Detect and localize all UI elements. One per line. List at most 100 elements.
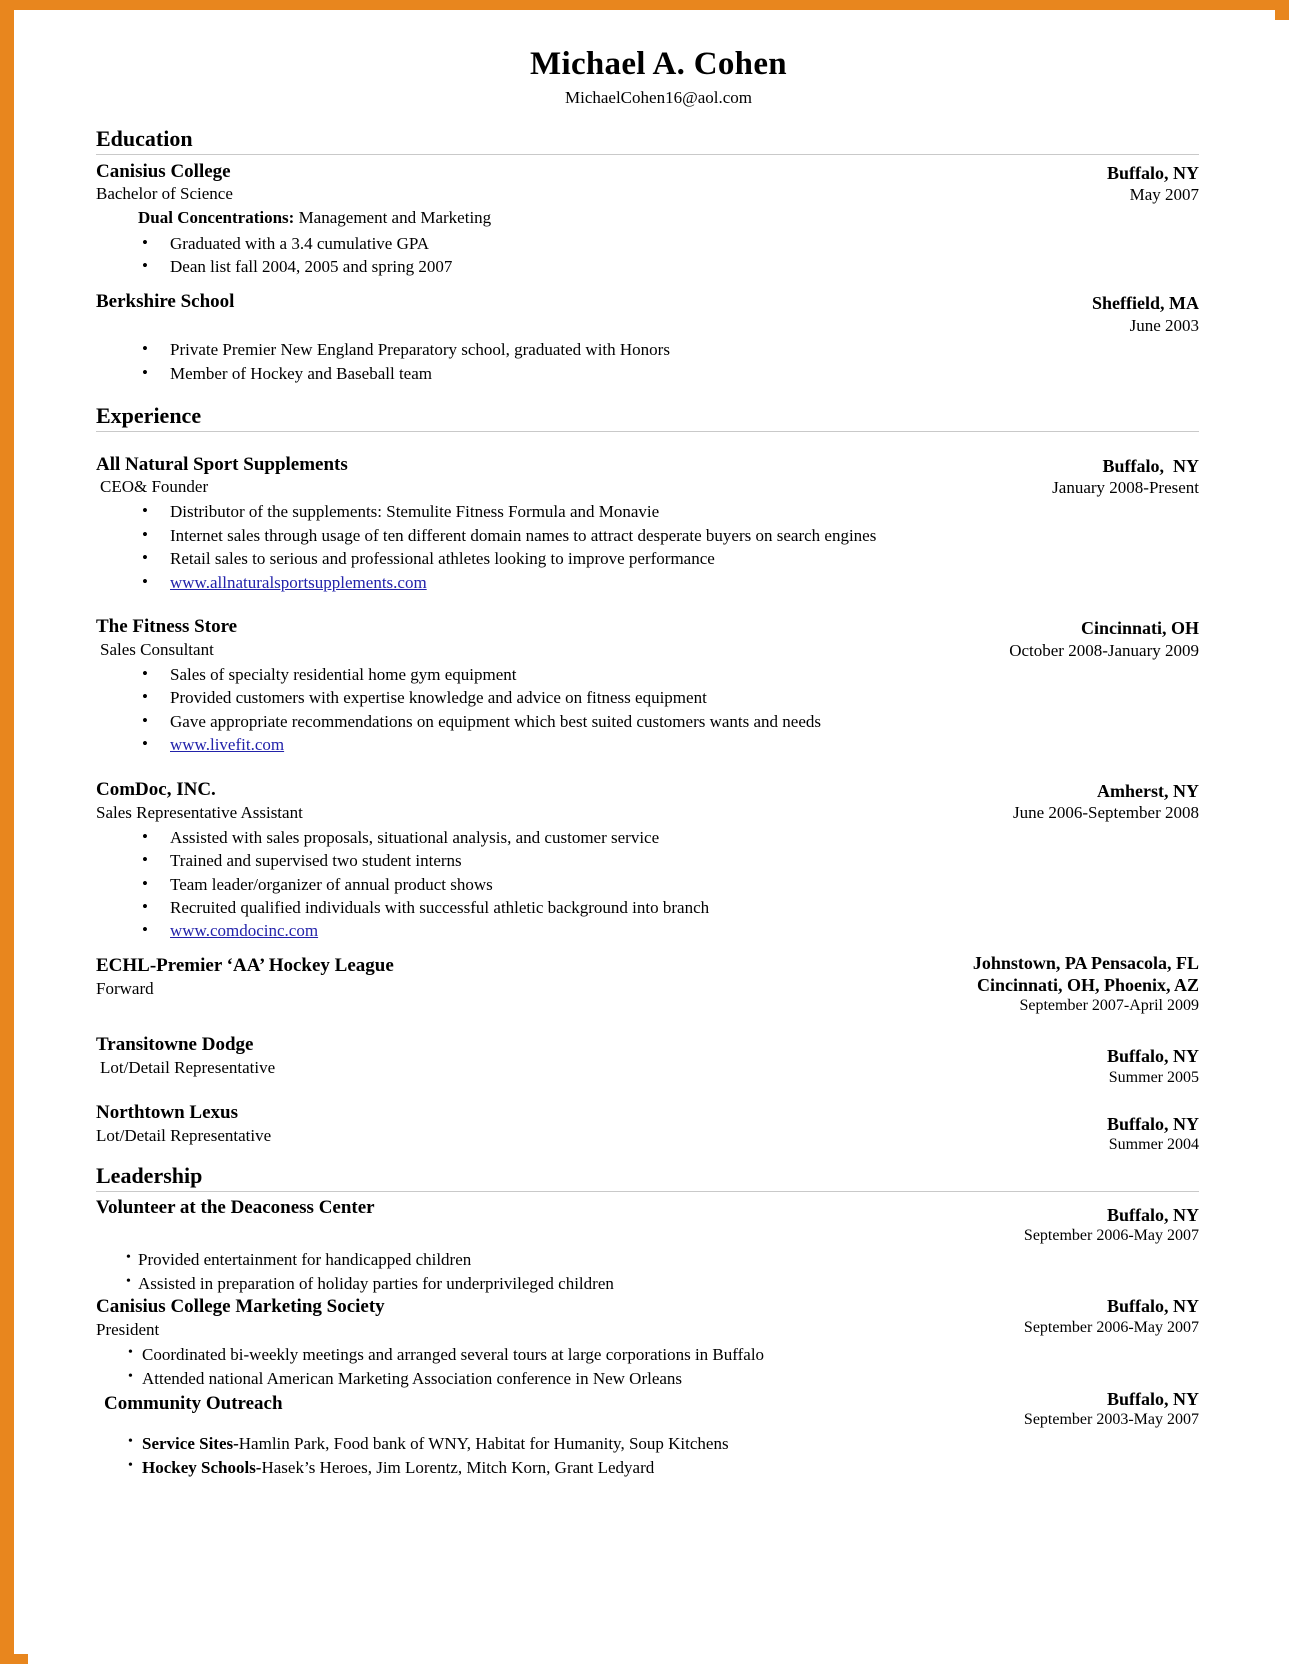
section-education: Education Canisius College Bachelor of S… bbox=[28, 126, 1289, 385]
page-title: Michael A. Cohen bbox=[530, 46, 787, 82]
bullet-text: Hamlin Park, Food bank of WNY, Habitat f… bbox=[238, 1434, 729, 1454]
bullet-list: Coordinated bi-weekly meetings and arran… bbox=[96, 1343, 1199, 1391]
list-item-link[interactable]: www.comdocinc.com bbox=[96, 918, 1199, 942]
organization-name: Transitowne Dodge bbox=[96, 1034, 254, 1056]
list-item: Assisted in preparation of holiday parti… bbox=[96, 1272, 1199, 1296]
entry-right-column: Buffalo, NY Summer 2004 bbox=[1093, 1114, 1199, 1156]
entry-header: Transitowne Dodge Lot/Detail Representat… bbox=[96, 1034, 1199, 1088]
dual-concentrations-label: Dual Concentrations: bbox=[138, 208, 295, 228]
entry-left-column: Berkshire School bbox=[96, 291, 1078, 314]
location: Buffalo, NY bbox=[1106, 1204, 1199, 1225]
education-entry-berkshire: Berkshire School Sheffield, MA June 2003… bbox=[96, 291, 1199, 385]
entry-header: The Fitness Store Sales Consultant Cinci… bbox=[96, 616, 1199, 661]
role-title: Forward bbox=[96, 978, 154, 998]
location: Sheffield, MA bbox=[1092, 293, 1199, 314]
entry-left-column: ECHL-Premier ‘AA’ Hockey League Forward bbox=[96, 955, 959, 999]
list-item: Distributor of the supplements: Stemulit… bbox=[96, 499, 1199, 523]
list-item: Coordinated bi-weekly meetings and arran… bbox=[96, 1343, 1199, 1367]
organization-name: Canisius College bbox=[96, 160, 231, 182]
entry-left-column: ComDoc, INC. Sales Representative Assist… bbox=[96, 779, 999, 823]
entry-right-column: Buffalo, NY September 2006-May 2007 bbox=[1010, 1205, 1199, 1247]
organization-name: The Fitness Store bbox=[96, 616, 238, 638]
role-title: Lot/Detail Representative bbox=[100, 1057, 276, 1077]
leadership-entry-deaconess: Volunteer at the Deaconess Center Buffal… bbox=[96, 1197, 1199, 1297]
website-link[interactable]: www.comdocinc.com bbox=[170, 921, 318, 940]
date-range: September 2007-April 2009 bbox=[1019, 997, 1199, 1015]
list-item: Graduated with a 3.4 cumulative GPA bbox=[96, 231, 1199, 255]
bullet-label: Service Sites- bbox=[142, 1434, 239, 1454]
website-link[interactable]: www.livefit.com bbox=[170, 735, 284, 754]
experience-entry-northtown: Northtown Lexus Lot/Detail Representativ… bbox=[96, 1102, 1199, 1156]
entry-right-column: Amherst, NY June 2006-September 2008 bbox=[999, 781, 1199, 824]
entry-header: Volunteer at the Deaconess Center Buffal… bbox=[96, 1197, 1199, 1247]
list-item: Assisted with sales proposals, situation… bbox=[96, 825, 1199, 849]
dual-concentrations-line: Dual Concentrations: Management and Mark… bbox=[96, 207, 1199, 229]
experience-entry-comdoc: ComDoc, INC. Sales Representative Assist… bbox=[96, 779, 1199, 943]
entry-left-column: Volunteer at the Deaconess Center bbox=[96, 1197, 1010, 1220]
bullet-list: Graduated with a 3.4 cumulative GPA Dean… bbox=[96, 231, 1199, 279]
list-item: Internet sales through usage of ten diff… bbox=[96, 523, 1199, 547]
date-range: September 2003-May 2007 bbox=[1023, 1411, 1199, 1429]
dual-concentrations-value: Management and Marketing bbox=[294, 208, 492, 228]
list-item: Dean list fall 2004, 2005 and spring 200… bbox=[96, 254, 1199, 278]
bullet-list: Sales of specialty residential home gym … bbox=[96, 662, 1199, 757]
page-border-frame: Michael A. Cohen MichaelCohen16@aol.com … bbox=[0, 0, 1289, 1664]
list-item: Provided entertainment for handicapped c… bbox=[96, 1248, 1199, 1272]
leadership-entry-marketing-society: Canisius College Marketing Society Presi… bbox=[96, 1296, 1199, 1390]
date-range: June 2003 bbox=[1129, 316, 1199, 336]
list-item: Sales of specialty residential home gym … bbox=[96, 662, 1199, 686]
date-range: June 2006-September 2008 bbox=[1012, 803, 1199, 823]
entry-header: All Natural Sport Supplements CEO& Found… bbox=[96, 454, 1199, 499]
list-item: Trained and supervised two student inter… bbox=[96, 848, 1199, 872]
experience-entry-echl: ECHL-Premier ‘AA’ Hockey League Forward … bbox=[96, 952, 1199, 1016]
location: Buffalo, NY bbox=[1106, 1113, 1199, 1134]
bullet-label: Hockey Schools- bbox=[142, 1458, 262, 1478]
entry-left-column: Community Outreach bbox=[96, 1393, 1010, 1416]
list-item: Team leader/organizer of annual product … bbox=[96, 872, 1199, 896]
entry-right-column: Buffalo, NY September 2006-May 2007 bbox=[1010, 1296, 1199, 1338]
experience-entry-fitness-store: The Fitness Store Sales Consultant Cinci… bbox=[96, 616, 1199, 757]
list-item-link[interactable]: www.livefit.com bbox=[96, 732, 1199, 756]
location: Amherst, NY bbox=[1097, 780, 1199, 801]
role-title: CEO& Founder bbox=[100, 477, 209, 497]
role-title: President bbox=[96, 1320, 160, 1340]
entry-left-column: Canisius College Bachelor of Science bbox=[96, 161, 1093, 205]
location: Buffalo, NY bbox=[1106, 162, 1199, 183]
list-item: Retail sales to serious and professional… bbox=[96, 546, 1199, 570]
entry-header: ECHL-Premier ‘AA’ Hockey League Forward … bbox=[96, 952, 1199, 1016]
list-item: Member of Hockey and Baseball team bbox=[96, 361, 1199, 385]
organization-name: Berkshire School bbox=[96, 291, 235, 313]
organization-name: Community Outreach bbox=[104, 1392, 283, 1414]
date-range: May 2007 bbox=[1129, 185, 1199, 205]
list-item: Provided customers with expertise knowle… bbox=[96, 685, 1199, 709]
entry-header: Community Outreach Buffalo, NY September… bbox=[96, 1389, 1199, 1431]
location: Buffalo, NY bbox=[1106, 1388, 1199, 1409]
organization-name: ComDoc, INC. bbox=[96, 778, 216, 800]
date-range: October 2008-January 2009 bbox=[1009, 640, 1199, 660]
entry-right-column: Sheffield, MA June 2003 bbox=[1078, 293, 1199, 336]
bullet-text: Hasek’s Heroes, Jim Lorentz, Mitch Korn,… bbox=[261, 1458, 655, 1478]
list-item: Attended national American Marketing Ass… bbox=[96, 1367, 1199, 1391]
date-range: January 2008-Present bbox=[1052, 478, 1199, 498]
entry-left-column: All Natural Sport Supplements CEO& Found… bbox=[96, 454, 1038, 498]
list-item-link[interactable]: www.allnaturalsportsupplements.com bbox=[96, 570, 1199, 594]
entry-right-column: Buffalo, NY January 2008-Present bbox=[1038, 456, 1199, 499]
section-leadership: Leadership Volunteer at the Deaconess Ce… bbox=[28, 1163, 1289, 1480]
education-entry-canisius: Canisius College Bachelor of Science Buf… bbox=[96, 161, 1199, 279]
organization-name: Canisius College Marketing Society bbox=[96, 1296, 385, 1318]
date-range: September 2006-May 2007 bbox=[1023, 1227, 1199, 1245]
role-title: Sales Consultant bbox=[100, 639, 214, 659]
list-item: Service Sites-Hamlin Park, Food bank of … bbox=[96, 1432, 1199, 1456]
location: Buffalo, NY bbox=[1102, 455, 1199, 476]
location-line-1: Johnstown, PA Pensacola, FL bbox=[972, 952, 1199, 973]
entry-header: Canisius College Marketing Society Presi… bbox=[96, 1296, 1199, 1340]
entry-header: Northtown Lexus Lot/Detail Representativ… bbox=[96, 1102, 1199, 1156]
location: Buffalo, NY bbox=[1106, 1046, 1199, 1067]
entry-header: Canisius College Bachelor of Science Buf… bbox=[96, 161, 1199, 206]
bullet-list: Provided entertainment for handicapped c… bbox=[96, 1248, 1199, 1296]
entry-right-column: Buffalo, NY September 2003-May 2007 bbox=[1010, 1389, 1199, 1431]
section-heading-education: Education bbox=[96, 126, 1199, 155]
entry-left-column: Transitowne Dodge Lot/Detail Representat… bbox=[96, 1034, 1093, 1078]
website-link[interactable]: www.allnaturalsportsupplements.com bbox=[170, 573, 427, 592]
section-heading-leadership: Leadership bbox=[96, 1163, 1199, 1192]
